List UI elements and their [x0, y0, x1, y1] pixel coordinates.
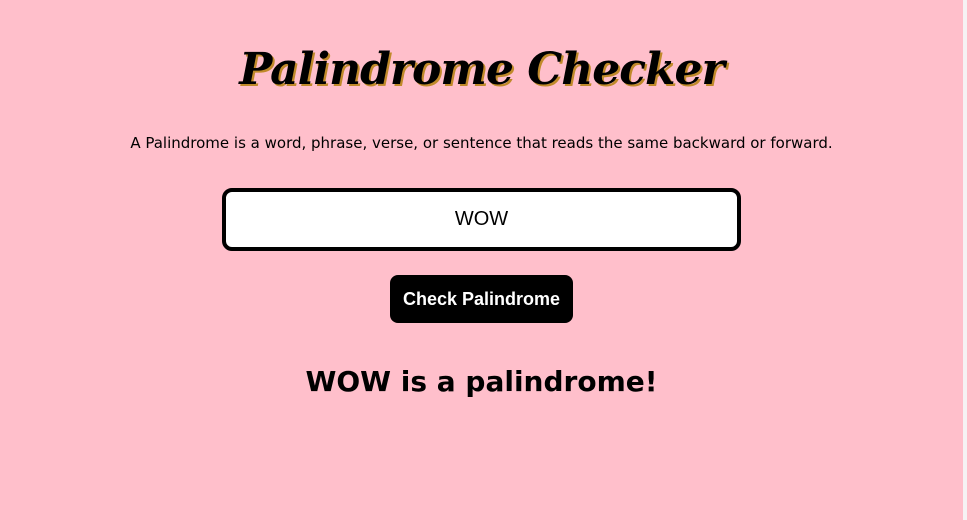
palindrome-input[interactable]: [222, 188, 741, 251]
page-title: Palindrome Checker: [239, 44, 724, 95]
page-description: A Palindrome is a word, phrase, verse, o…: [130, 134, 833, 152]
check-palindrome-button[interactable]: Check Palindrome: [390, 275, 573, 323]
page-right-edge: [963, 0, 967, 520]
result-text: WOW is a palindrome!: [305, 365, 658, 398]
